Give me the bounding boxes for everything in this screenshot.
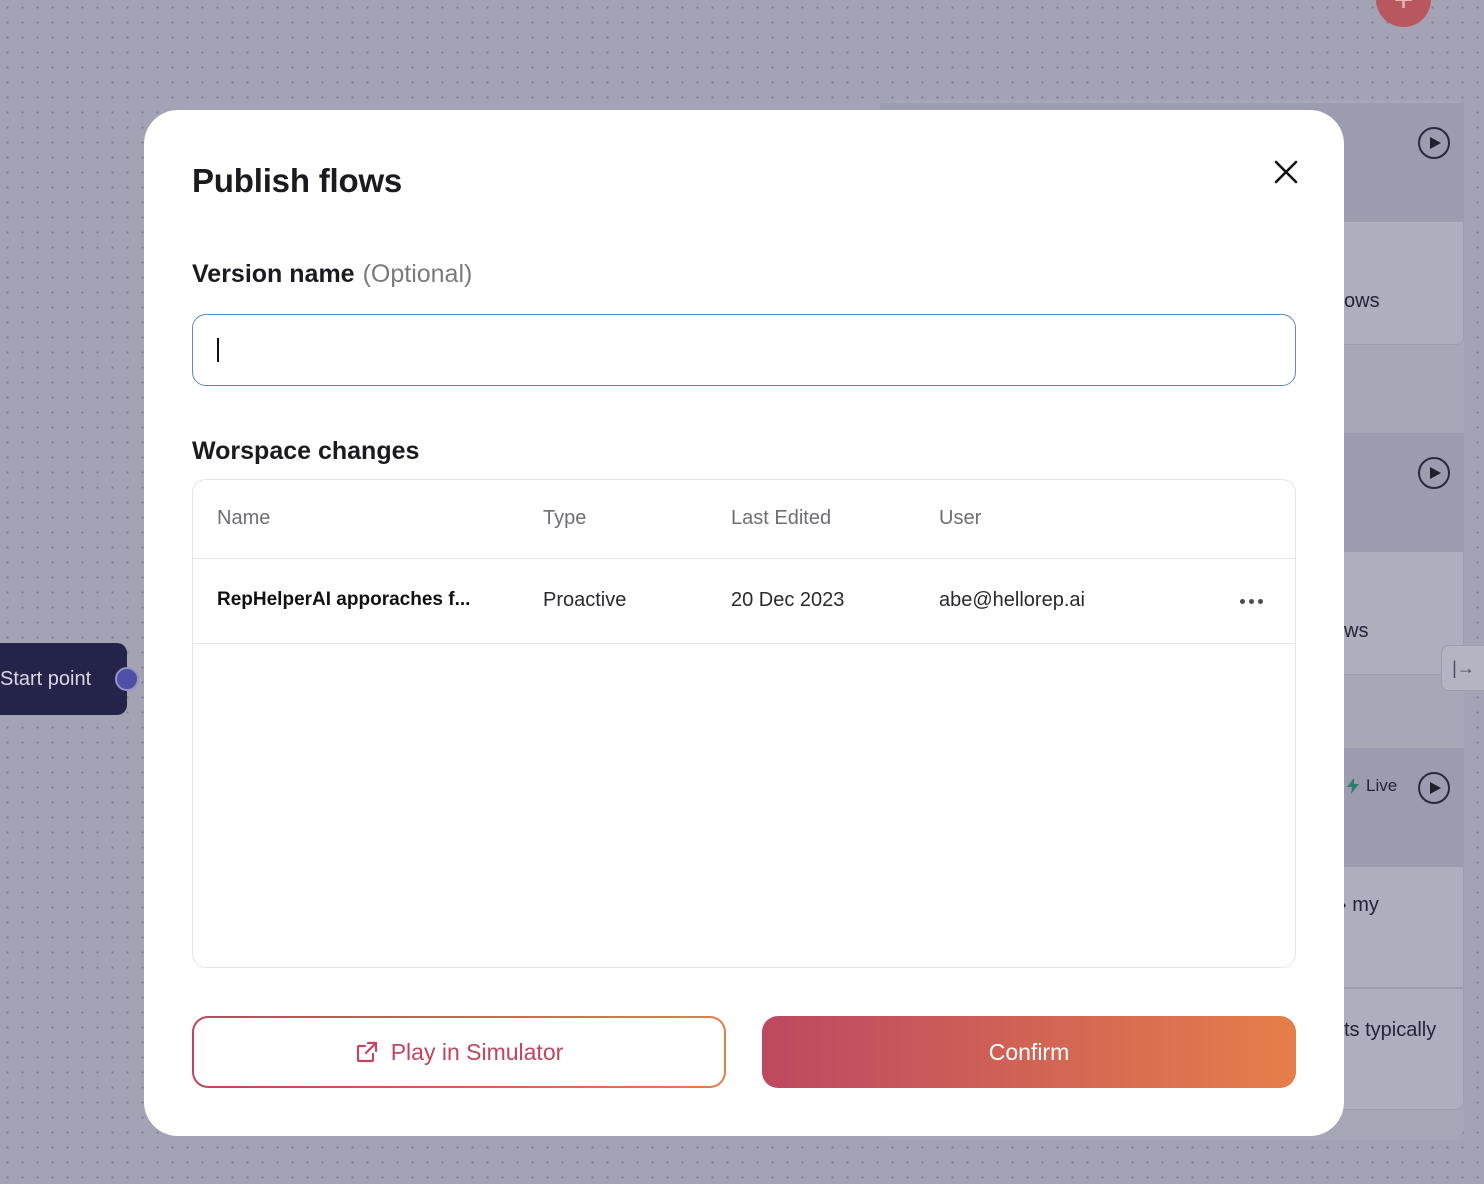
play-button[interactable] [1418, 457, 1450, 489]
more-dot [1248, 598, 1254, 604]
play-in-simulator-button[interactable]: Play in Simulator [192, 1016, 726, 1088]
publish-flows-modal: Publish flows Version name (Optional) Wor… [144, 110, 1344, 1136]
play-in-simulator-label: Play in Simulator [390, 1038, 564, 1065]
start-point-port[interactable] [115, 667, 139, 691]
row-name: RepHelperAI apporaches f... [217, 589, 471, 610]
workspace-changes-title: Worspace changes [192, 437, 420, 465]
row-more-button[interactable] [1233, 587, 1269, 615]
play-icon [1430, 782, 1441, 794]
row-last-edited: 20 Dec 2023 [731, 589, 845, 611]
live-badge: Live [1346, 776, 1397, 796]
workspace-changes-table: Name Type Last Edited User RepHelperAI a… [192, 479, 1296, 968]
play-button[interactable] [1418, 772, 1450, 804]
external-link-icon [356, 1041, 377, 1063]
add-button[interactable]: + [1376, 0, 1431, 27]
flow-card-snippet: ws [1344, 620, 1369, 642]
version-name-label: Version name (Optional) [192, 260, 472, 289]
play-icon [1430, 467, 1441, 479]
column-header-last-edited[interactable]: Last Edited [731, 507, 831, 530]
flow-card-snippet: › my [1340, 894, 1379, 916]
confirm-button[interactable]: Confirm [762, 1016, 1296, 1088]
start-point-node[interactable]: Start point [0, 643, 127, 715]
play-button[interactable] [1418, 127, 1450, 159]
column-header-type[interactable]: Type [543, 507, 586, 530]
close-icon [1274, 160, 1298, 184]
modal-title: Publish flows [192, 162, 403, 199]
flow-card-snippet: ows [1344, 290, 1380, 312]
row-type: Proactive [543, 589, 627, 611]
table-header: Name Type Last Edited User [193, 480, 1295, 559]
play-icon [1430, 137, 1441, 149]
confirm-label: Confirm [988, 1038, 1070, 1065]
column-header-name[interactable]: Name [217, 507, 270, 530]
collapse-panel-icon: |→ [1452, 657, 1475, 678]
collapse-panel-button[interactable]: |→ [1441, 645, 1484, 691]
flow-card-snippet: ts typically [1344, 1019, 1437, 1041]
close-button[interactable] [1268, 154, 1304, 190]
more-dot [1239, 598, 1245, 604]
more-dot [1257, 598, 1263, 604]
row-user: abe@hellorep.ai [939, 589, 1085, 611]
live-label: Live [1366, 776, 1398, 795]
version-name-label-text: Version name [192, 260, 355, 288]
column-header-user[interactable]: User [939, 507, 981, 530]
plus-icon: + [1394, 0, 1414, 17]
optional-hint: (Optional) [362, 260, 473, 288]
text-caret [217, 338, 219, 362]
lightning-icon [1347, 778, 1359, 794]
start-point-label: Start point [0, 667, 92, 690]
table-row[interactable]: RepHelperAI apporaches f... Proactive 20… [193, 559, 1295, 644]
version-name-input[interactable] [192, 314, 1296, 386]
